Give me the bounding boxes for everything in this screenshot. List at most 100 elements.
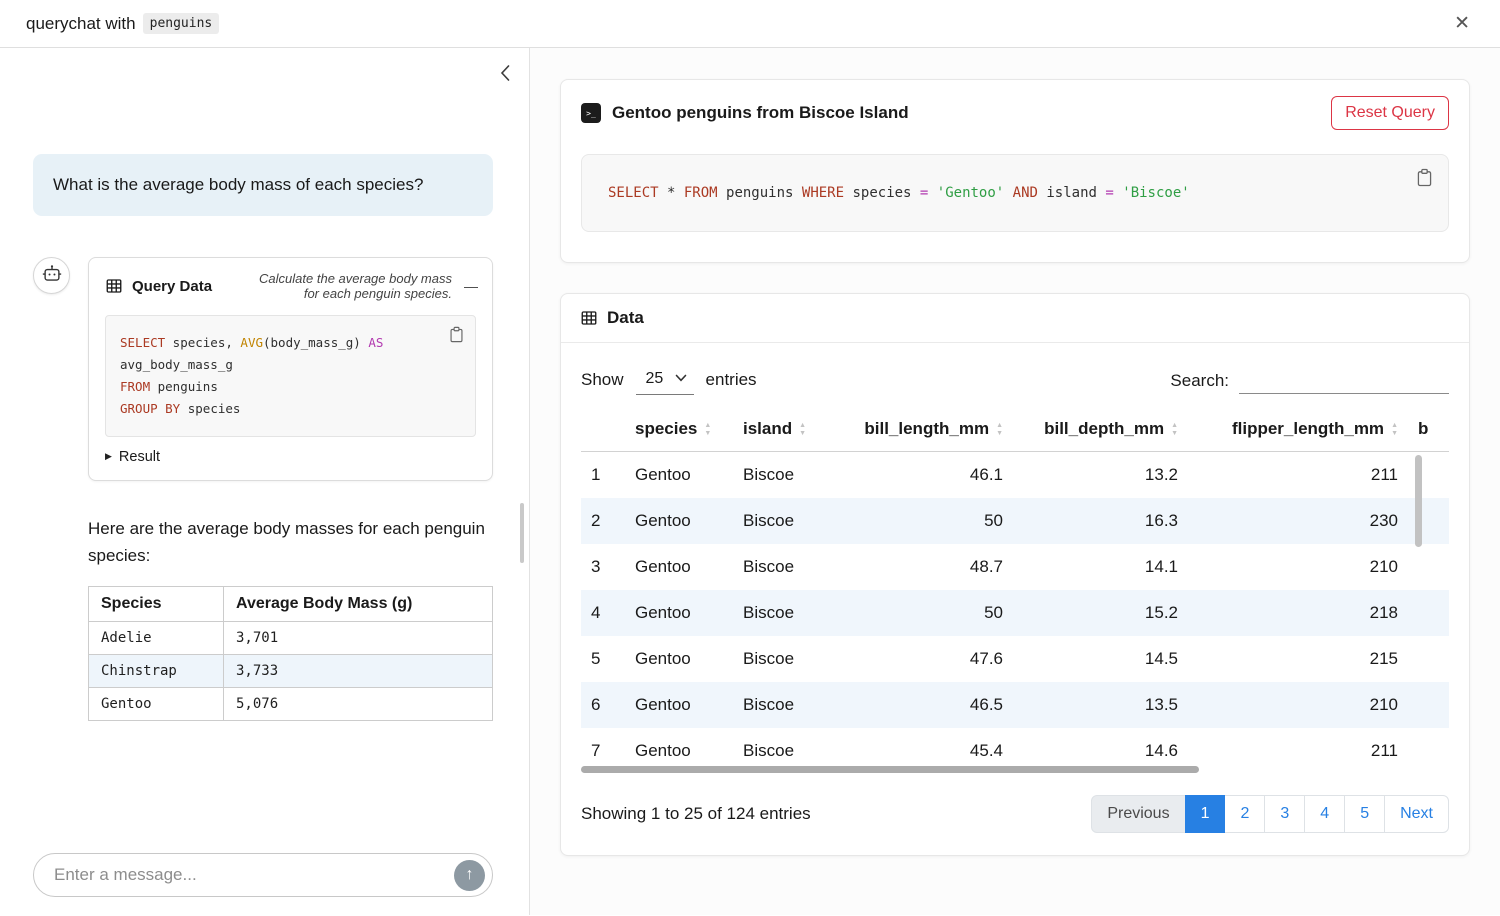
column-header-rownum <box>581 407 625 452</box>
cell-b <box>1408 590 1449 636</box>
cell-b <box>1408 544 1449 590</box>
table-row: 5GentooBiscoe47.614.5215 <box>581 636 1449 682</box>
cell-b <box>1408 636 1449 682</box>
result-cell: Chinstrap <box>89 654 224 687</box>
pagination: Previous12345Next <box>1091 795 1449 833</box>
chat-panel: What is the average body mass of each sp… <box>0 48 530 915</box>
cell-rownum: 2 <box>581 498 625 544</box>
column-header-bill_length_mm[interactable]: bill_length_mm▲▼ <box>833 407 1013 452</box>
column-header-species[interactable]: species▲▼ <box>625 407 733 452</box>
cell-flipper_length_mm: 215 <box>1188 636 1408 682</box>
assistant-message: Here are the average body masses for eac… <box>88 515 493 570</box>
page-3-button[interactable]: 3 <box>1264 795 1305 833</box>
column-header-bill_depth_mm[interactable]: bill_depth_mm▲▼ <box>1013 407 1188 452</box>
cell-flipper_length_mm: 230 <box>1188 498 1408 544</box>
collapse-sidebar-button[interactable] <box>497 62 513 84</box>
tool-sql-code: SELECT species, AVG(body_mass_g) ASavg_b… <box>120 332 461 420</box>
page-previous-button[interactable]: Previous <box>1091 795 1185 833</box>
table-info: Showing 1 to 25 of 124 entries <box>581 804 811 824</box>
copy-icon[interactable] <box>1414 166 1435 189</box>
result-col-avg-mass: Average Body Mass (g) <box>224 586 493 621</box>
column-header-island[interactable]: island▲▼ <box>733 407 833 452</box>
collapse-tool-card-button[interactable]: — <box>460 279 478 293</box>
cell-bill_length_mm: 46.5 <box>833 682 1013 728</box>
sort-icon: ▲▼ <box>1391 422 1398 437</box>
copy-icon[interactable] <box>447 324 466 345</box>
cell-species: Gentoo <box>625 452 733 499</box>
result-cell: 3,701 <box>224 621 493 654</box>
cell-bill_depth_mm: 13.5 <box>1013 682 1188 728</box>
query-sql-block: SELECT * FROM penguins WHERE species = '… <box>581 154 1449 232</box>
page-1-button[interactable]: 1 <box>1185 795 1226 833</box>
cell-island: Biscoe <box>733 590 833 636</box>
cell-bill_depth_mm: 13.2 <box>1013 452 1188 499</box>
current-query-card: >_ Gentoo penguins from Biscoe Island Re… <box>560 79 1470 263</box>
result-toggle-label: Result <box>119 449 160 465</box>
show-label: Show <box>581 370 624 390</box>
data-table-viewport: species▲▼island▲▼bill_length_mm▲▼bill_de… <box>581 407 1449 775</box>
cell-flipper_length_mm: 211 <box>1188 452 1408 499</box>
data-card-title: Data <box>607 308 644 328</box>
arrow-up-icon: ↑ <box>466 867 474 883</box>
cell-rownum: 1 <box>581 452 625 499</box>
result-row: Chinstrap3,733 <box>89 654 493 687</box>
table-row: 4GentooBiscoe5015.2218 <box>581 590 1449 636</box>
table-row: 1GentooBiscoe46.113.2211 <box>581 452 1449 499</box>
app-title: querychat with penguins <box>26 13 219 34</box>
table-row: 2GentooBiscoe5016.3230 <box>581 498 1449 544</box>
cell-bill_length_mm: 50 <box>833 590 1013 636</box>
cell-flipper_length_mm: 218 <box>1188 590 1408 636</box>
page-4-button[interactable]: 4 <box>1304 795 1345 833</box>
column-header-flipper_length_mm[interactable]: flipper_length_mm▲▼ <box>1188 407 1408 452</box>
result-row: Gentoo5,076 <box>89 687 493 720</box>
tool-call-card: Query Data Calculate the average body ma… <box>88 257 493 481</box>
assistant-avatar <box>33 257 70 294</box>
cell-bill_depth_mm: 16.3 <box>1013 498 1188 544</box>
page-length-select[interactable]: 25 <box>636 365 694 395</box>
chat-input-container: ↑ <box>33 853 493 897</box>
page-next-button[interactable]: Next <box>1384 795 1449 833</box>
cell-species: Gentoo <box>625 498 733 544</box>
horizontal-scrollbar[interactable] <box>581 766 1199 773</box>
data-table: species▲▼island▲▼bill_length_mm▲▼bill_de… <box>581 407 1449 774</box>
cell-island: Biscoe <box>733 682 833 728</box>
result-cell: Adelie <box>89 621 224 654</box>
table-icon <box>580 309 598 327</box>
chat-scrollbar[interactable] <box>520 503 524 563</box>
result-col-species: Species <box>89 586 224 621</box>
page-2-button[interactable]: 2 <box>1224 795 1265 833</box>
entries-label: entries <box>706 370 757 390</box>
column-header-b: b <box>1408 407 1449 452</box>
cell-rownum: 3 <box>581 544 625 590</box>
cell-island: Biscoe <box>733 498 833 544</box>
table-row: 3GentooBiscoe48.714.1210 <box>581 544 1449 590</box>
main-content: >_ Gentoo penguins from Biscoe Island Re… <box>530 48 1500 915</box>
close-icon[interactable]: ✕ <box>1450 10 1474 37</box>
result-toggle[interactable]: ▶ Result <box>89 437 176 480</box>
cell-species: Gentoo <box>625 636 733 682</box>
app-title-code: penguins <box>143 13 220 34</box>
reset-query-button[interactable]: Reset Query <box>1331 96 1449 130</box>
tool-card-subtitle: Calculate the average body mass for each… <box>256 271 452 303</box>
page-5-button[interactable]: 5 <box>1344 795 1385 833</box>
cell-bill_length_mm: 47.6 <box>833 636 1013 682</box>
tool-card-title: Query Data <box>132 278 212 295</box>
vertical-scrollbar[interactable] <box>1415 455 1422 547</box>
caret-right-icon: ▶ <box>105 451 112 462</box>
cell-species: Gentoo <box>625 682 733 728</box>
chat-message-input[interactable] <box>52 864 454 886</box>
send-button[interactable]: ↑ <box>454 860 485 891</box>
table-row: 6GentooBiscoe46.513.5210 <box>581 682 1449 728</box>
result-row: Adelie3,701 <box>89 621 493 654</box>
sort-icon: ▲▼ <box>1171 422 1178 437</box>
sort-icon: ▲▼ <box>704 422 711 437</box>
cell-species: Gentoo <box>625 544 733 590</box>
cell-bill_length_mm: 46.1 <box>833 452 1013 499</box>
user-message: What is the average body mass of each sp… <box>33 154 493 216</box>
cell-bill_length_mm: 50 <box>833 498 1013 544</box>
topbar: querychat with penguins ✕ <box>0 0 1500 48</box>
robot-icon <box>41 264 63 286</box>
app-title-text: querychat with <box>26 14 136 34</box>
cell-island: Biscoe <box>733 636 833 682</box>
search-input[interactable] <box>1239 366 1449 394</box>
